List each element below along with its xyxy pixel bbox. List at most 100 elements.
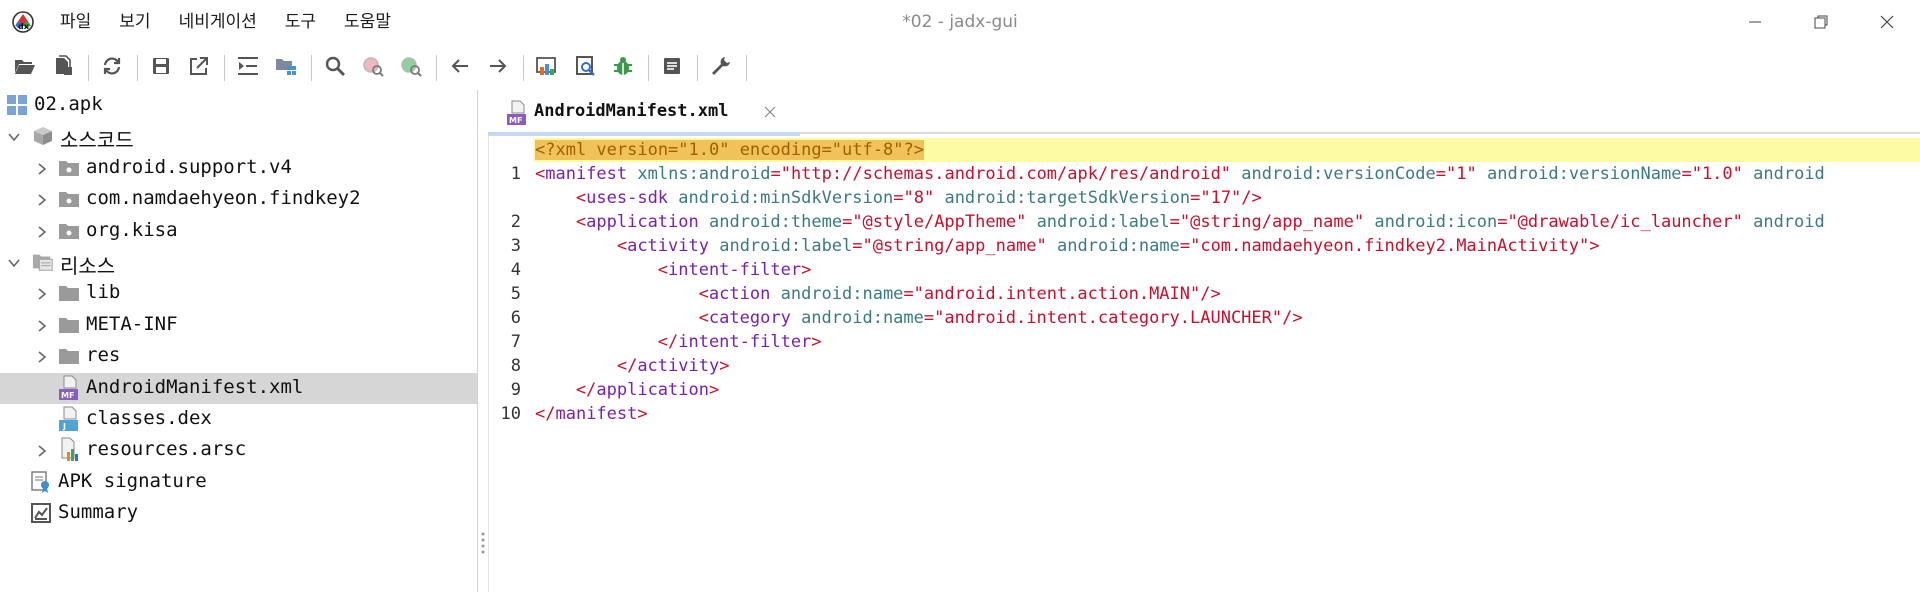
chevron-right-icon[interactable] bbox=[34, 161, 50, 177]
apk-icon bbox=[6, 94, 28, 116]
tree-item-label: APK signature bbox=[58, 469, 207, 492]
flatten-packages-button[interactable] bbox=[269, 51, 303, 85]
toolbar-separator bbox=[746, 55, 747, 81]
restore-button[interactable] bbox=[1788, 0, 1854, 44]
chevron-right-icon[interactable] bbox=[34, 224, 50, 240]
toolbar-separator bbox=[523, 55, 524, 81]
code-token: "@drawable/ic_launcher" bbox=[1507, 212, 1743, 232]
decompile-all-icon bbox=[535, 55, 559, 81]
tree-item[interactable]: resources.arsc bbox=[0, 435, 477, 466]
svg-text:dx: dx bbox=[18, 22, 30, 31]
tree-item[interactable]: MF AndroidManifest.xml bbox=[0, 372, 477, 404]
find-usage-button[interactable] bbox=[356, 51, 390, 85]
close-window-button[interactable] bbox=[1854, 0, 1920, 44]
menu-tools[interactable]: 도구 bbox=[271, 0, 330, 44]
code-token: "android.intent.action.MAIN" bbox=[913, 284, 1201, 304]
close-icon[interactable] bbox=[760, 102, 780, 122]
code-token: activity bbox=[637, 356, 720, 376]
toolbar-separator bbox=[436, 55, 437, 81]
sync-with-editor-button[interactable] bbox=[231, 51, 265, 85]
code-editor[interactable]: 1 2 3 4 5 6 7 8 9 10 <?xml version="1.0" encoding… bbox=[488, 136, 1920, 592]
chevron-right-icon[interactable] bbox=[34, 349, 50, 365]
folder-icon bbox=[58, 345, 80, 367]
tree-item[interactable]: 02.apk bbox=[0, 90, 477, 121]
tree-item[interactable]: android.support.v4 bbox=[0, 153, 477, 184]
preferences-wrench-button[interactable] bbox=[704, 51, 738, 85]
tab-androidmanifest[interactable]: MF AndroidManifest.xml bbox=[488, 90, 800, 136]
find-usage-icon bbox=[361, 55, 385, 81]
jadx-logo-icon: dx bbox=[10, 10, 36, 34]
add-files-button[interactable] bbox=[46, 51, 80, 85]
chevron-right-icon[interactable] bbox=[34, 192, 50, 208]
code-token: uses-sdk bbox=[586, 188, 669, 208]
debug-bug-icon bbox=[612, 55, 634, 81]
menu-file[interactable]: 파일 bbox=[46, 0, 105, 44]
code-token: activity bbox=[627, 236, 709, 256]
tree-item[interactable]: Jclasses.dex bbox=[0, 404, 477, 435]
code-token: "android.intent.category.LAUNCHER" bbox=[934, 308, 1283, 328]
code-token: android bbox=[1753, 212, 1825, 232]
code-token: android:theme bbox=[709, 212, 843, 232]
code-token: > bbox=[801, 260, 812, 280]
code-token: intent-filter bbox=[678, 332, 812, 352]
tree-item[interactable]: res bbox=[0, 341, 477, 372]
menu-navigation[interactable]: 네비게이션 bbox=[165, 0, 271, 44]
export-button[interactable] bbox=[182, 51, 216, 85]
code-token: = bbox=[893, 188, 904, 208]
tree-item[interactable]: 리소스 bbox=[0, 247, 477, 278]
project-tree[interactable]: 02.apk 소스코드 android.support.v4 com.namdaehy… bbox=[0, 90, 478, 592]
tree-item-label: AndroidManifest.xml bbox=[86, 375, 304, 398]
forward-arrow-button[interactable] bbox=[481, 51, 515, 85]
code-token: = bbox=[1681, 164, 1692, 184]
code-token: intent-filter bbox=[668, 260, 802, 280]
menu-view[interactable]: 보기 bbox=[105, 0, 164, 44]
svg-text:J: J bbox=[62, 422, 66, 431]
arsc-file-icon bbox=[58, 437, 80, 462]
tree-item[interactable]: com.namdaehyeon.findkey2 bbox=[0, 184, 477, 215]
tab-bar: MF AndroidManifest.xml bbox=[488, 90, 1920, 136]
chevron-right-icon[interactable] bbox=[34, 286, 50, 302]
sync-button[interactable] bbox=[95, 51, 129, 85]
tree-item[interactable]: 소스코드 bbox=[0, 121, 477, 152]
tree-item[interactable]: lib bbox=[0, 278, 477, 309]
chevron-down-icon[interactable] bbox=[6, 129, 22, 145]
tree-item[interactable]: org.kisa bbox=[0, 216, 477, 247]
summary-icon bbox=[30, 502, 52, 524]
quark-button[interactable] bbox=[568, 51, 602, 85]
code-token: "1" bbox=[1446, 164, 1477, 184]
tree-item[interactable]: APK signature bbox=[0, 467, 477, 498]
tree-item[interactable]: Summary bbox=[0, 498, 477, 529]
decompile-all-button[interactable] bbox=[530, 51, 564, 85]
code-line: </intent-filter> bbox=[658, 330, 822, 354]
menu-bar: 파일 보기 네비게이션 도구 도움말 bbox=[46, 0, 405, 44]
toolbar bbox=[0, 48, 1920, 88]
code-token: android:name bbox=[780, 284, 904, 304]
open-folder-button[interactable] bbox=[8, 51, 42, 85]
tree-item[interactable]: META-INF bbox=[0, 310, 477, 341]
splitter-handle[interactable] bbox=[480, 530, 486, 556]
find-class-button[interactable] bbox=[394, 51, 428, 85]
code-token: xmlns:android bbox=[637, 164, 771, 184]
line-number: 3 bbox=[510, 236, 521, 256]
log-viewer-button[interactable] bbox=[655, 51, 689, 85]
code-token: > bbox=[719, 356, 730, 376]
restore-icon bbox=[1814, 15, 1828, 29]
search-button[interactable] bbox=[318, 51, 352, 85]
forward-arrow-icon bbox=[487, 55, 509, 81]
line-number: 8 bbox=[510, 356, 521, 376]
code-token: </ bbox=[575, 380, 597, 400]
back-arrow-button[interactable] bbox=[443, 51, 477, 85]
tree-item-label: res bbox=[86, 344, 121, 367]
debug-bug-button[interactable] bbox=[606, 51, 640, 85]
code-token: application bbox=[586, 212, 699, 232]
minimize-button[interactable] bbox=[1722, 0, 1788, 44]
save-button[interactable] bbox=[144, 51, 178, 85]
chevron-right-icon[interactable] bbox=[34, 443, 50, 459]
folder-icon bbox=[58, 282, 80, 304]
chevron-right-icon[interactable] bbox=[34, 318, 50, 334]
chevron-down-icon[interactable] bbox=[6, 255, 22, 271]
menu-help[interactable]: 도움말 bbox=[330, 0, 405, 44]
